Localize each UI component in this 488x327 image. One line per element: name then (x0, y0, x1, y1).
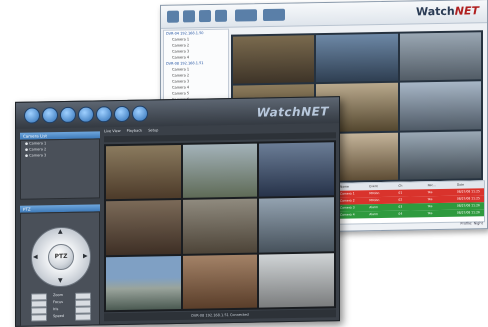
event-row[interactable]: Camera 4 Alarm 04 Yes 08/27/08 11:26 (338, 209, 484, 219)
status-text: Profile: Night (460, 221, 483, 226)
network-icon[interactable] (96, 106, 112, 123)
camera-feed-tile[interactable] (182, 198, 258, 254)
ptz-button-label: Iris (53, 307, 59, 312)
camera-feed-tile[interactable] (259, 197, 334, 253)
event-cell: Yes (427, 211, 433, 216)
camera-feed-tile[interactable] (259, 252, 334, 308)
arrow-left-icon[interactable]: ◀ (33, 253, 38, 260)
view-select-icon[interactable] (235, 9, 257, 22)
camera-feed-tile[interactable] (106, 255, 181, 311)
ptz-minus-button[interactable] (31, 314, 47, 322)
view-select-icon[interactable] (263, 8, 285, 22)
camera-grid[interactable] (104, 140, 336, 313)
view-tab[interactable]: Playback (127, 129, 143, 133)
help-icon[interactable] (132, 105, 148, 122)
camera-feed-tile[interactable] (182, 254, 258, 309)
camera-feed-tile[interactable] (182, 143, 258, 199)
camera-feed-tile[interactable] (399, 32, 481, 82)
ptz-control-panel: ▲ ▼ ◀ ▶ PTZ Zoom Focus Iris Speed (20, 211, 100, 327)
left-panel: Camera List ● Camera 1 ● Camera 2 ● Camera… (20, 131, 100, 327)
camera-list[interactable]: ● Camera 1 ● Camera 2 ● Camera 3 (20, 138, 100, 200)
arrow-right-icon[interactable]: ▶ (83, 253, 88, 260)
save-icon[interactable] (114, 105, 130, 123)
ptz-plus-button[interactable] (75, 313, 91, 321)
camera-feed-tile[interactable] (106, 200, 181, 255)
view-tab[interactable]: Setup (148, 128, 158, 132)
front-toolbar: WatchNET (16, 97, 339, 129)
camera-feed-tile[interactable] (233, 35, 315, 84)
event-cell: 04 (398, 211, 403, 216)
camera-list-label: Camera 2 (29, 147, 47, 152)
view-tab[interactable]: Live View (104, 129, 121, 133)
arrow-up-icon[interactable]: ▲ (58, 228, 63, 235)
camera-feed-tile[interactable] (316, 33, 398, 83)
camera-feed-tile[interactable] (399, 81, 481, 131)
back-toolbar: WatchNET (161, 0, 487, 29)
brand-logo: WatchNET (256, 104, 329, 120)
record-icon[interactable] (183, 10, 195, 23)
camera-list-label: Camera 1 (29, 141, 47, 146)
play-icon[interactable] (60, 106, 76, 124)
event-cell: Alarm (369, 212, 379, 217)
layout-icon[interactable] (215, 9, 227, 22)
event-log-table: Name Event Ch Rec... Date Camera 1 Motion 01 Ye… (337, 180, 485, 225)
camera-list-label: Camera 3 (29, 153, 47, 158)
ptz-button-label: Speed (53, 313, 64, 319)
ptz-button-label: Focus (53, 299, 63, 305)
camera-feed-tile[interactable] (259, 142, 334, 197)
network-icon[interactable] (199, 9, 211, 23)
camera-feed-tile[interactable] (399, 130, 481, 180)
event-cell: Camera 4 (340, 212, 355, 217)
settings-icon[interactable] (78, 106, 94, 123)
ptz-button-label: Zoom (53, 292, 64, 298)
search-icon[interactable] (42, 107, 58, 124)
arrow-down-icon[interactable]: ▼ (58, 277, 63, 284)
power-icon[interactable] (24, 107, 40, 124)
front-app-window: WatchNET Camera List ● Camera 1 ● Camera … (15, 96, 340, 327)
camera-list-item[interactable]: ● Camera 3 (21, 151, 99, 158)
event-cell: 08/27/08 11:26 (456, 210, 480, 215)
camera-icon[interactable] (167, 10, 179, 23)
brand-logo: WatchNET (415, 4, 479, 19)
camera-feed-tile[interactable] (106, 144, 181, 200)
